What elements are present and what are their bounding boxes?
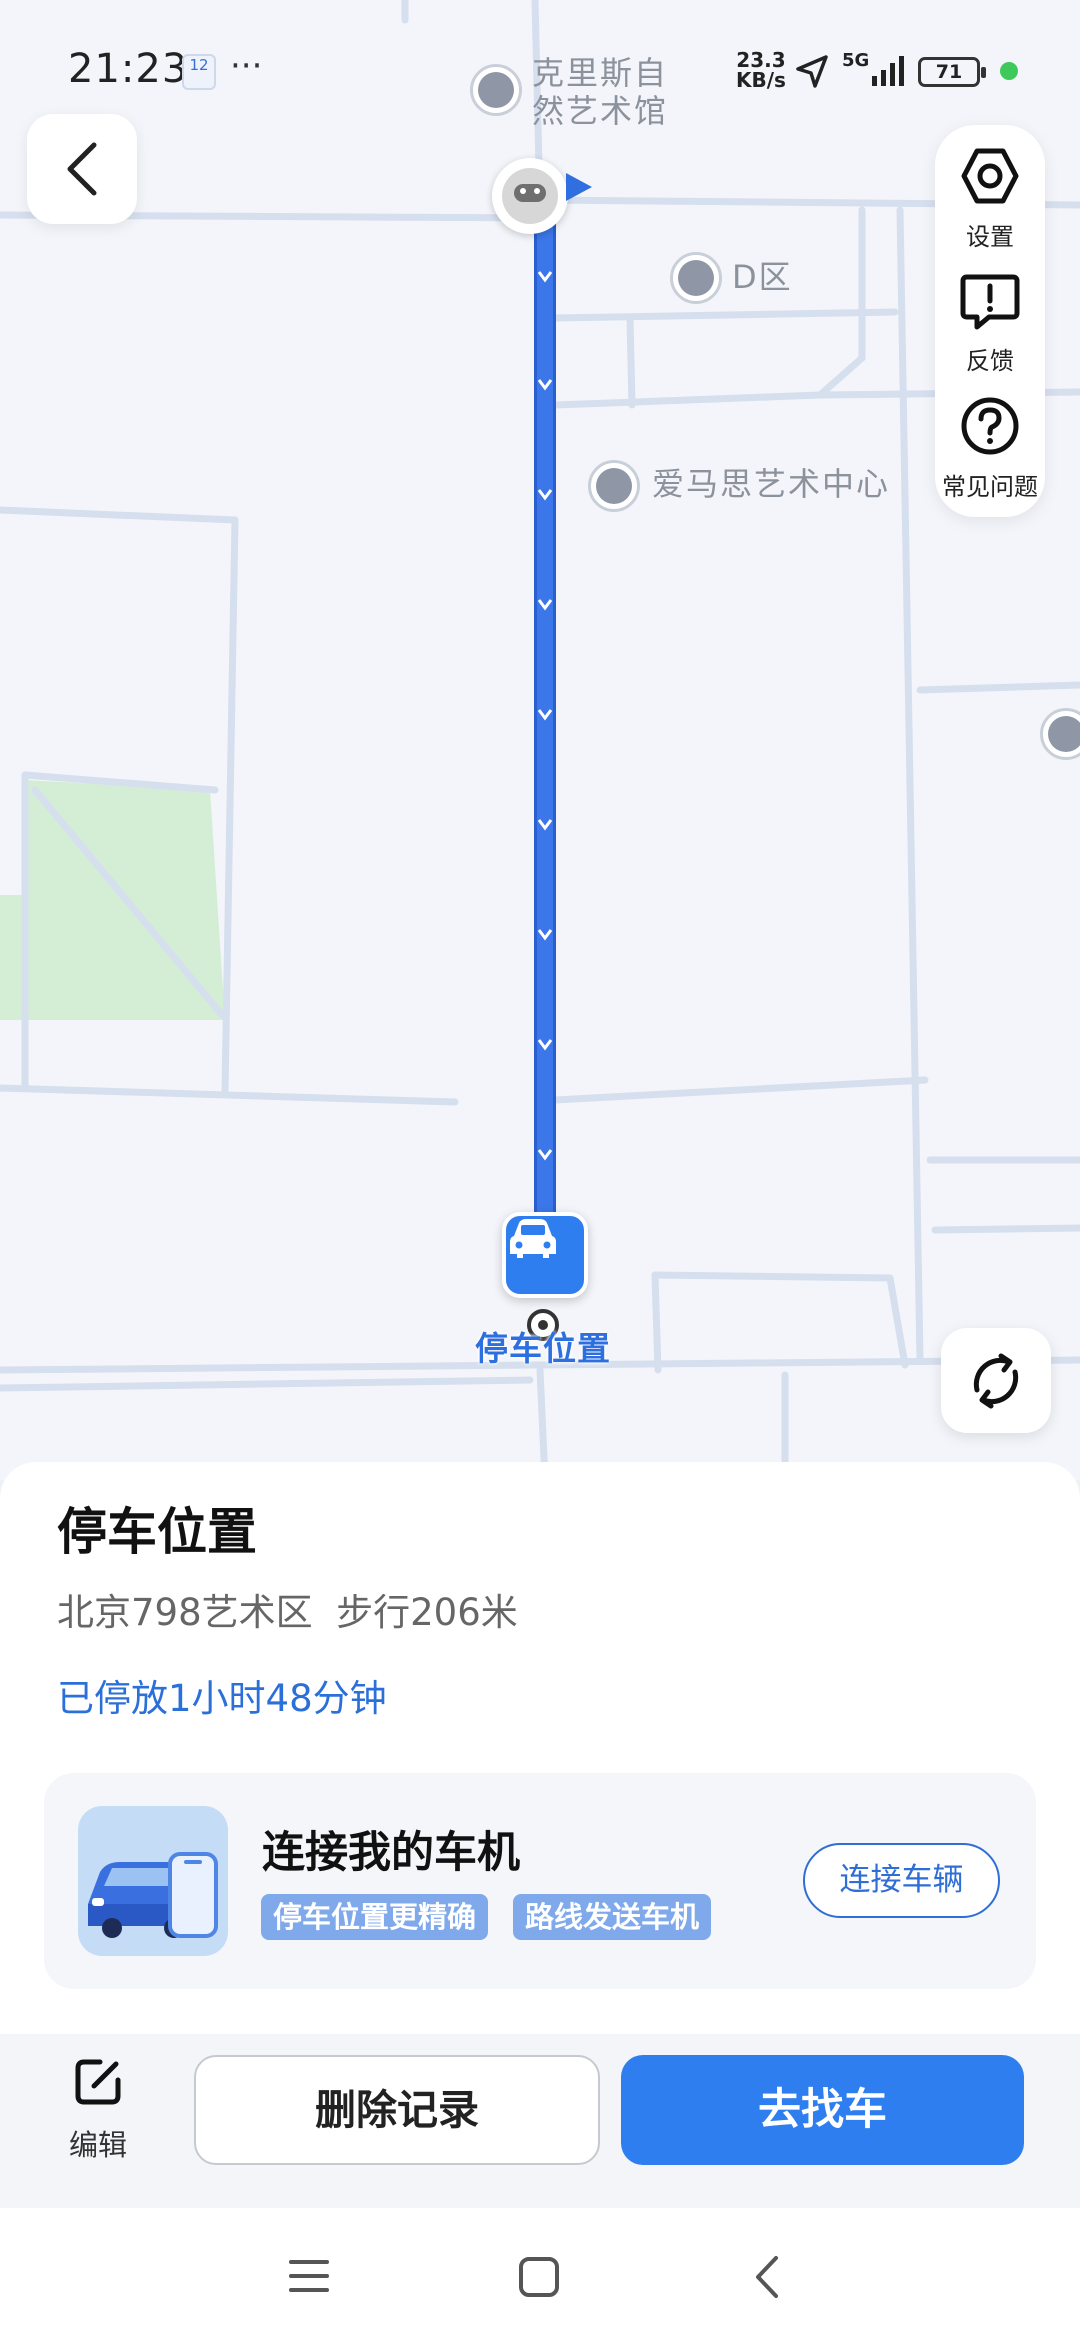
car-icon — [510, 1219, 556, 1258]
settings-button[interactable]: 设置 — [935, 145, 1045, 252]
feedback-icon — [960, 274, 1020, 330]
refresh-icon — [973, 1353, 1019, 1408]
help-icon — [961, 397, 1019, 455]
edit-button[interactable]: 编辑 — [50, 2054, 146, 2164]
location-walk-distance: 北京798艺术区 步行206米 — [57, 1591, 518, 1634]
more-notifications-icon: ··· — [230, 46, 263, 86]
faq-button[interactable]: 常见问题 — [935, 395, 1045, 502]
tree-icon — [670, 252, 722, 304]
faq-label: 常见问题 — [942, 473, 1038, 501]
connect-card-title: 连接我的车机 — [262, 1828, 520, 1878]
back-arrow-icon — [67, 142, 97, 196]
museum-icon — [588, 460, 640, 512]
net-speed-unit: KB/s — [736, 68, 786, 92]
status-bar: 21:23 12 ··· 23.3 KB/s 5G 71 — [0, 0, 1080, 140]
map-view[interactable]: 停车位置 克里斯自然艺术馆 D区 爱马思艺术中心 — [0, 0, 1080, 1480]
net-speed-value: 23.3 — [736, 48, 786, 72]
refresh-button[interactable] — [941, 1328, 1051, 1433]
edit-label: 编辑 — [68, 2128, 127, 2162]
network-type: 5G — [842, 50, 870, 71]
net-speed: 23.3 KB/s — [736, 50, 786, 90]
signal-icon — [872, 56, 904, 86]
calendar-icon: 12 — [182, 54, 216, 90]
tag-route-to-car: 路线发送车机 — [513, 1894, 712, 1940]
feedback-button[interactable]: 反馈 — [935, 273, 1045, 376]
delete-record-button[interactable]: 删除记录 — [194, 2055, 600, 2165]
car-phone-illustration — [78, 1806, 228, 1956]
parking-location-label: 停车位置 — [475, 1329, 611, 1368]
find-car-button[interactable]: 去找车 — [621, 2055, 1024, 2165]
poi-hermes[interactable]: 爱马思艺术中心 — [652, 465, 890, 503]
map-side-panel: 设置 反馈 常见问题 — [935, 125, 1045, 517]
parked-duration: 已停放1小时48分钟 — [57, 1677, 387, 1720]
poi-d-zone[interactable]: D区 — [732, 258, 793, 296]
connect-vehicle-button[interactable]: 连接车辆 — [803, 1843, 1000, 1918]
feedback-label: 反馈 — [966, 347, 1014, 375]
privacy-indicator — [1000, 62, 1018, 80]
home-icon[interactable] — [518, 2256, 560, 2298]
location-arrow-icon — [796, 55, 828, 88]
car-marker[interactable] — [502, 1212, 588, 1298]
heading-arrow-icon — [566, 173, 592, 201]
settings-icon — [961, 148, 1019, 204]
menu-icon[interactable] — [288, 2258, 330, 2294]
tag-precise-location: 停车位置更精确 — [261, 1894, 489, 1940]
battery-icon: 71 — [918, 57, 986, 87]
edit-icon — [75, 2059, 121, 2105]
car-phone-icon — [88, 1852, 218, 1938]
system-nav-bar — [0, 2208, 1080, 2338]
status-time: 21:23 — [68, 46, 189, 92]
user-location-marker — [492, 158, 568, 234]
back-button[interactable] — [27, 114, 137, 224]
nav-back-icon[interactable] — [752, 2254, 782, 2300]
settings-label: 设置 — [966, 223, 1014, 251]
sheet-title: 停车位置 — [57, 1503, 257, 1561]
